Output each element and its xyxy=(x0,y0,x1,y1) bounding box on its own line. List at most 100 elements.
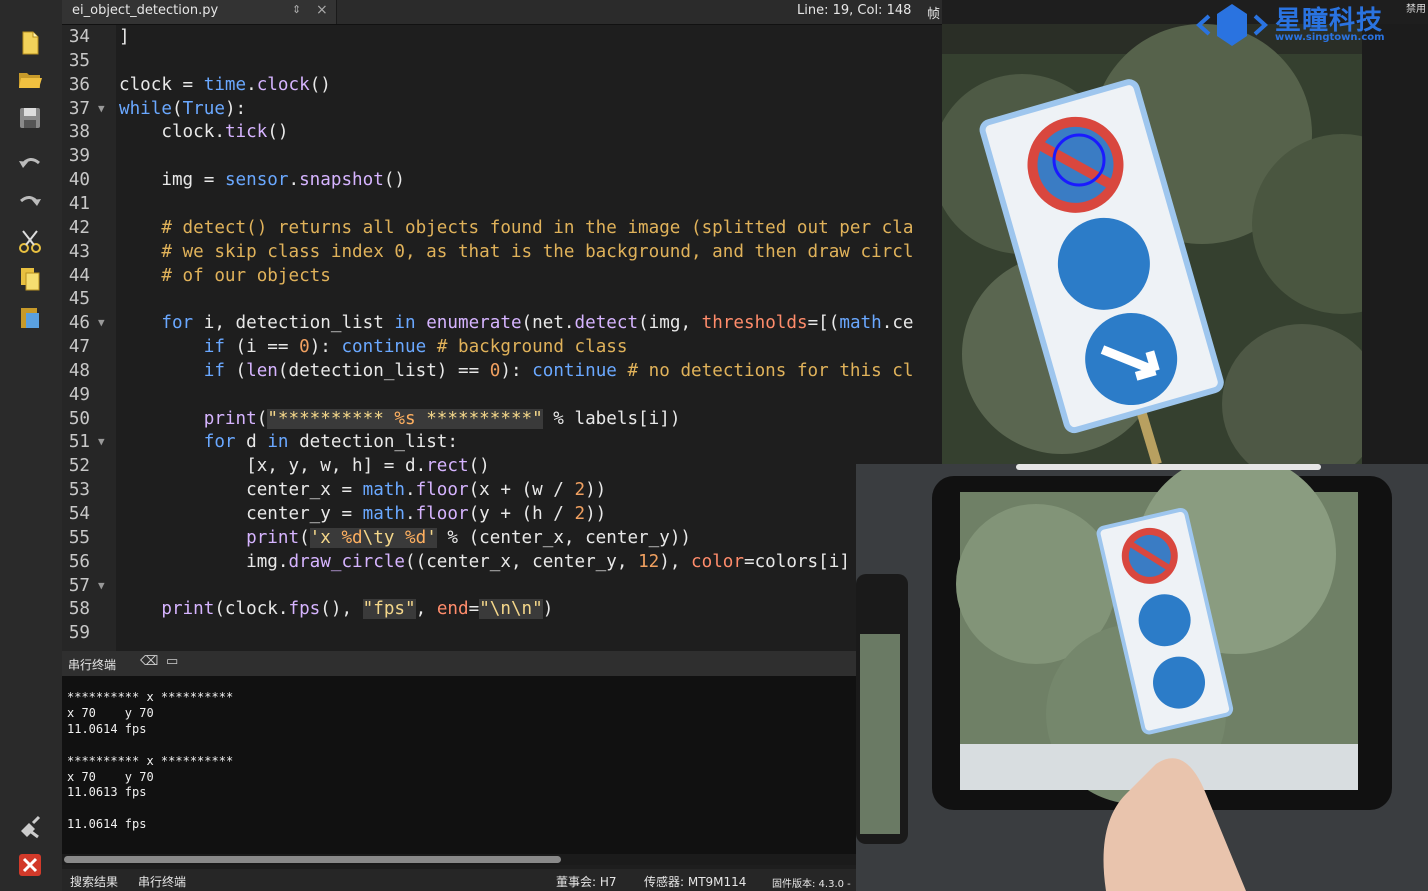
redo-icon[interactable] xyxy=(14,188,46,218)
line-number: 46 xyxy=(68,313,90,334)
open-folder-icon[interactable] xyxy=(14,64,46,94)
scrollbar-thumb[interactable] xyxy=(64,856,561,863)
undo-icon[interactable] xyxy=(14,150,46,180)
status-bar: 搜索结果 串行终端 董事会: H7 传感器: MT9M114 固件版本: 4.3… xyxy=(62,869,856,891)
fold-arrow-icon[interactable]: ▼ xyxy=(98,311,105,335)
code-text: center_y = math.floor(y + (h / 2)) xyxy=(119,504,607,524)
stop-icon[interactable] xyxy=(14,850,46,880)
disabled-label: 禁用 xyxy=(1406,4,1426,15)
code-text: clock = time.clock() xyxy=(119,74,331,95)
code-line[interactable]: 48 if (len(detection_list) == 0): contin… xyxy=(62,359,942,383)
terminal-line: x 70 y 70 xyxy=(67,705,154,720)
code-line[interactable]: 54 center_y = math.floor(y + (h / 2)) xyxy=(62,502,942,526)
tab-file[interactable]: ei_object_detection.py ⇕ × xyxy=(62,0,337,24)
code-line[interactable]: 45 xyxy=(62,287,942,311)
code-line[interactable]: 47 if (i == 0): continue # background cl… xyxy=(62,335,942,359)
new-file-icon[interactable] xyxy=(14,28,46,58)
close-icon[interactable]: × xyxy=(316,2,328,18)
code-text: # detect() returns all objects found in … xyxy=(161,217,914,238)
code-line[interactable]: 42 # detect() returns all objects found … xyxy=(62,216,942,240)
line-number: 55 xyxy=(68,527,90,548)
toolbar xyxy=(0,0,62,891)
code-line[interactable]: 55 print('x %d\ty %d' % (center_x, cente… xyxy=(62,526,942,550)
fold-arrow-icon[interactable]: ▼ xyxy=(98,97,105,121)
code-line[interactable]: 57 ▼ xyxy=(62,574,942,598)
code-text: img.draw_circle((center_x, center_y, 12)… xyxy=(119,551,850,572)
code-line[interactable]: 46 ▼ for i, detection_list in enumerate(n… xyxy=(62,311,942,335)
line-number: 37 xyxy=(68,98,90,119)
code-line[interactable]: 36 clock = time.clock() xyxy=(62,73,942,97)
frame-buffer-view xyxy=(942,24,1428,464)
code-line[interactable]: 50 print("********** %s **********" % la… xyxy=(62,407,942,431)
code-line[interactable]: 49 xyxy=(62,383,942,407)
line-number: 41 xyxy=(68,193,90,214)
code-text: center_x = math.floor(x + (w / 2)) xyxy=(119,480,607,501)
save-log-icon[interactable]: ▭ xyxy=(166,654,178,669)
code-text: print(clock.fps(), "fps", end="\n\n") xyxy=(161,599,554,620)
code-line[interactable]: 53 center_x = math.floor(x + (w / 2)) xyxy=(62,478,942,502)
line-number: 39 xyxy=(68,146,90,167)
firmware-label: 固件版本: 4.3.0 - xyxy=(772,879,851,890)
copy-icon[interactable] xyxy=(14,264,46,294)
logo-icon xyxy=(1196,4,1268,46)
code-line[interactable]: 38 clock.tick() xyxy=(62,120,942,144)
code-text: clock.tick() xyxy=(119,122,289,143)
save-icon[interactable] xyxy=(14,103,46,133)
code-text: if (i == 0): continue # background class xyxy=(203,337,628,358)
line-number: 34 xyxy=(68,27,90,47)
code-text: while(True): xyxy=(119,98,247,119)
logo-url: www.singtown.com xyxy=(1275,32,1385,43)
line-number: 56 xyxy=(68,551,90,572)
cut-icon[interactable] xyxy=(14,226,46,256)
line-number: 45 xyxy=(68,289,90,310)
code-line[interactable]: 51 ▼ for d in detection_list: xyxy=(62,430,942,454)
code-text: # we skip class index 0, as that is the … xyxy=(161,241,914,262)
tab-title: ei_object_detection.py xyxy=(72,3,219,18)
line-number: 43 xyxy=(68,241,90,262)
code-line[interactable]: 37 ▼ while(True): xyxy=(62,97,942,121)
camera-overlay xyxy=(856,464,1428,891)
line-number: 59 xyxy=(68,623,90,644)
code-line[interactable]: 58 print(clock.fps(), "fps", end="\n\n") xyxy=(62,597,942,621)
code-text: print("********** %s **********" % label… xyxy=(203,408,681,429)
code-line[interactable]: 44 # of our objects xyxy=(62,264,942,288)
line-number: 47 xyxy=(68,337,90,358)
tab-bar: ei_object_detection.py ⇕ × Line: 19, Col… xyxy=(62,0,942,79)
tab-switch-icon[interactable]: ⇕ xyxy=(292,3,301,16)
line-number: 50 xyxy=(68,408,90,429)
line-number: 35 xyxy=(68,50,90,71)
code-text: if (len(detection_list) == 0): continue … xyxy=(203,360,914,381)
code-line[interactable]: 34] xyxy=(62,25,942,49)
line-number: 54 xyxy=(68,504,90,524)
clear-terminal-icon[interactable]: ⌫ xyxy=(140,654,158,669)
search-results-tab[interactable]: 搜索结果 xyxy=(70,873,118,890)
terminal-line: 11.0614 fps xyxy=(67,721,147,736)
code-line[interactable]: 43 # we skip class index 0, as that is t… xyxy=(62,240,942,264)
code-text: ] xyxy=(119,27,130,47)
code-editor[interactable]: 34] 35 36 clock = time.clock() 37 ▼ while(True… xyxy=(62,25,942,651)
code-line[interactable]: 56 img.draw_circle((center_x, center_y, … xyxy=(62,550,942,574)
serial-terminal-tab[interactable]: 串行终端 xyxy=(138,873,186,890)
code-line[interactable]: 41 xyxy=(62,192,942,216)
line-number: 53 xyxy=(68,480,90,501)
code-line[interactable]: 52 [x, y, w, h] = d.rect() xyxy=(62,454,942,478)
code-text: [x, y, w, h] = d.rect() xyxy=(119,456,490,477)
code-line[interactable]: 35 xyxy=(62,49,942,73)
code-line[interactable]: 59 xyxy=(62,621,942,645)
camera-frame xyxy=(942,24,1428,464)
code-line[interactable]: 39 xyxy=(62,144,942,168)
connect-icon[interactable] xyxy=(14,812,46,842)
cursor-position: Line: 19, Col: 148 xyxy=(797,3,912,18)
line-number: 40 xyxy=(68,170,90,191)
line-number: 42 xyxy=(68,217,90,238)
fold-arrow-icon[interactable]: ▼ xyxy=(98,430,105,454)
code-text: img = sensor.snapshot() xyxy=(119,170,406,191)
serial-terminal[interactable]: ********** x ********** x 70 y 70 11.0614 … xyxy=(62,676,856,854)
code-text: # of our objects xyxy=(161,265,331,286)
terminal-header: 串行终端 ⌫ ▭ xyxy=(62,651,856,676)
code-line[interactable]: 40 img = sensor.snapshot() xyxy=(62,168,942,192)
paste-icon[interactable] xyxy=(14,302,46,332)
terminal-line: x 70 y 70 xyxy=(67,769,154,784)
fold-arrow-icon[interactable]: ▼ xyxy=(98,574,105,598)
sensor-label: 传感器: MT9M114 xyxy=(644,875,747,889)
